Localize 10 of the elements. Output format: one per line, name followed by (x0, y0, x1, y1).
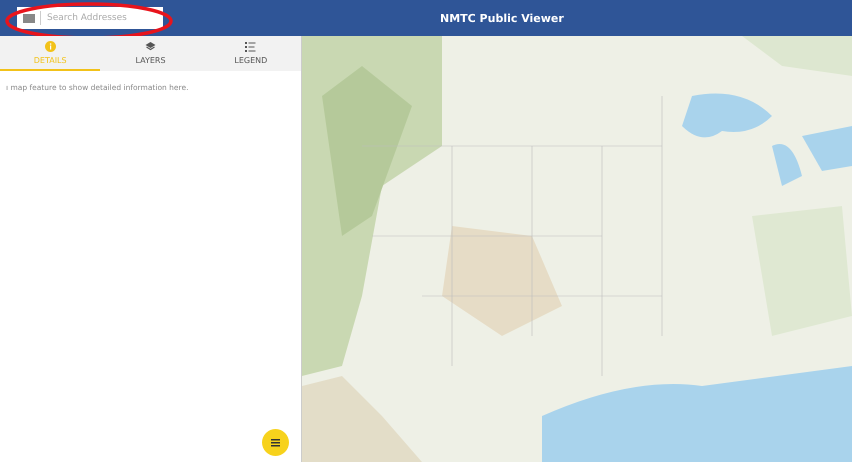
menu-button[interactable] (262, 429, 289, 456)
panel-tab[interactable]: LEGEND (200, 36, 301, 71)
app-title: NMTC Public Viewer (440, 12, 564, 24)
menu-icon (271, 438, 280, 446)
search-field[interactable]: Search Addresses (17, 7, 163, 29)
info-icon (44, 40, 56, 52)
layers-icon (144, 40, 156, 52)
panel-tab[interactable]: LAYERS (100, 36, 201, 71)
list-icon (245, 40, 256, 52)
square-icon (23, 14, 35, 22)
